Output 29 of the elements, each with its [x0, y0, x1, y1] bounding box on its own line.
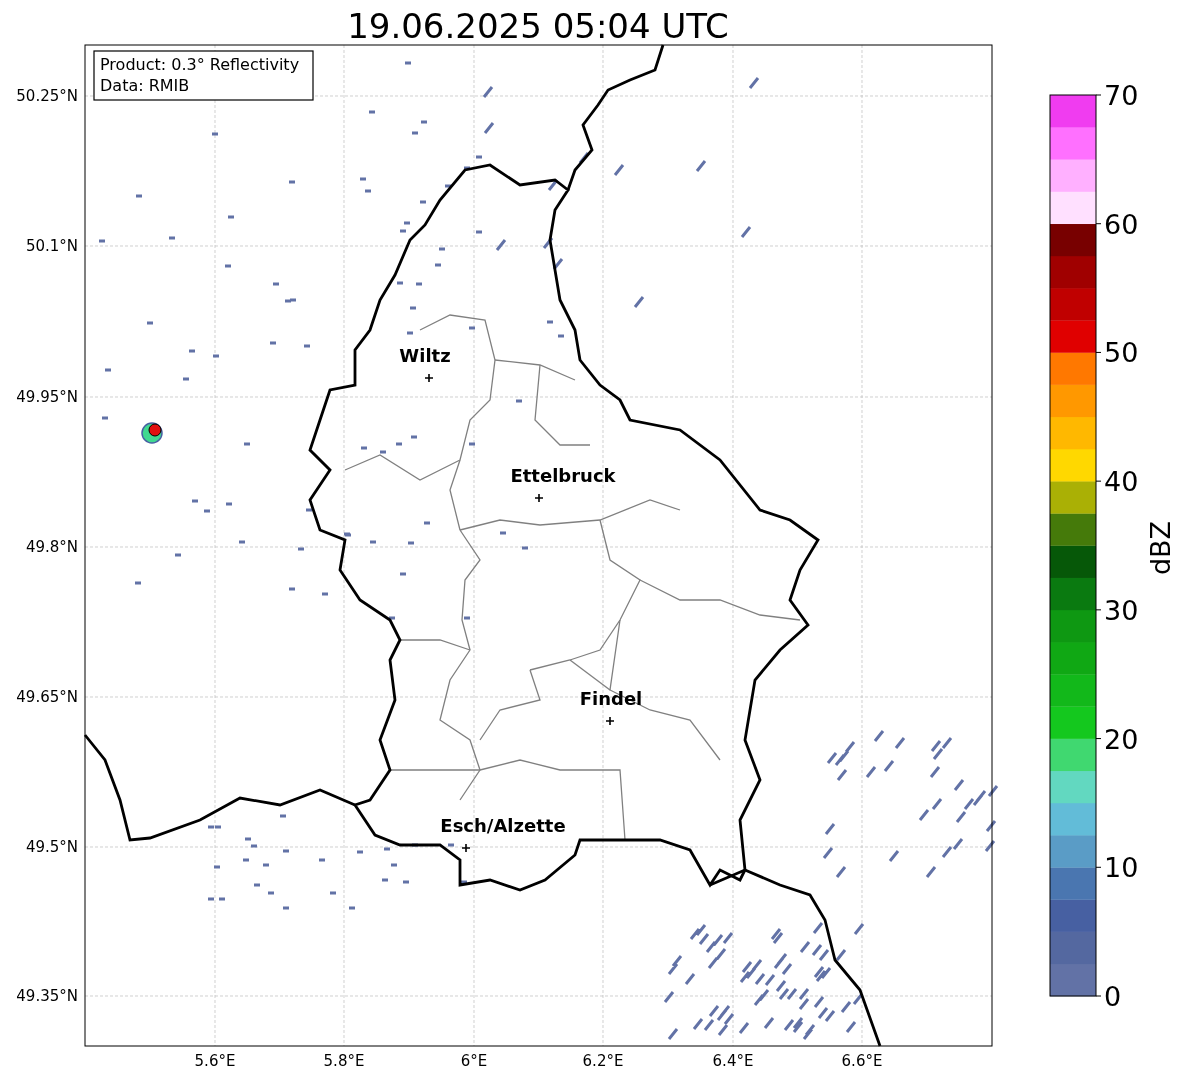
chart-title: 19.06.2025 05:04 UTC	[347, 6, 729, 46]
colorbar-tick-label: 10	[1104, 852, 1139, 884]
city-label: Esch/Alzette	[440, 815, 566, 836]
colorbar-label: dBZ	[1145, 520, 1176, 576]
latitude-label: 50.25°N	[16, 87, 78, 105]
longitude-label: 6.2°E	[582, 1052, 624, 1070]
city-label: Findel	[579, 688, 643, 709]
longitude-label: 5.8°E	[323, 1052, 365, 1070]
longitude-label: 6°E	[460, 1052, 488, 1070]
info-text: Product: 0.3° Reflectivity	[100, 55, 300, 74]
latitude-label: 50.1°N	[25, 237, 78, 255]
colorbar-tick-label: 50	[1104, 337, 1139, 369]
latitude-label: 49.95°N	[16, 388, 78, 406]
colorbar-tick-label: 30	[1104, 594, 1139, 626]
latitude-label: 49.65°N	[16, 688, 78, 706]
longitude-label: 6.6°E	[841, 1052, 883, 1070]
colorbar-tick-label: 20	[1104, 723, 1139, 755]
latitude-label: 49.35°N	[16, 987, 78, 1005]
longitude-label: 5.6°E	[194, 1052, 236, 1070]
city-label: Ettelbruck	[510, 465, 616, 486]
colorbar-tick-label: 40	[1104, 466, 1139, 498]
city-label: Wiltz	[399, 345, 451, 366]
longitude-label: 6.4°E	[712, 1052, 754, 1070]
latitude-label: 49.5°N	[25, 838, 78, 856]
colorbar-tick-label: 60	[1104, 208, 1139, 240]
colorbar-tick-label: 70	[1104, 80, 1139, 111]
info-text: Data: RMIB	[100, 76, 190, 95]
colorbar-tick-label: 0	[1104, 981, 1122, 1012]
latitude-label: 49.8°N	[25, 538, 78, 556]
